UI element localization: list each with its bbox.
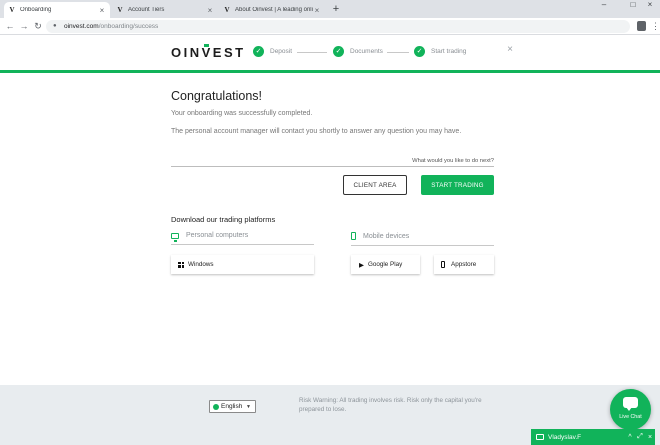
appstore-download-button[interactable]: Appstore (434, 255, 494, 274)
site-header: OINVEST ✓ Deposit ✓ Documents ✓ Start tr… (0, 36, 660, 72)
chevron-down-icon: ▼ (246, 403, 251, 410)
mobile-phone-icon (351, 232, 356, 240)
forward-arrow-icon[interactable]: → (18, 21, 30, 32)
oinvest-favicon-icon: V (224, 6, 230, 14)
chat-icon (536, 434, 544, 440)
language-select[interactable]: English ▼ (209, 400, 256, 413)
step-label: Deposit (270, 48, 293, 55)
logo-text-start: OIN (171, 45, 202, 60)
step-start-trading: ✓ Start trading (414, 46, 466, 57)
windows-icon (178, 261, 184, 268)
start-trading-button[interactable]: START TRADING (421, 175, 494, 195)
windows-label: Windows (188, 261, 214, 268)
monitor-icon (171, 232, 179, 242)
menu-kebab-icon[interactable]: ⋮ (651, 21, 660, 32)
live-chat-label: Live Chat (619, 414, 642, 420)
language-value: English (221, 403, 243, 410)
chat-agent-name: Vladyslav.F (548, 433, 582, 441)
close-window-button[interactable]: × (640, 0, 660, 10)
globe-icon (213, 403, 219, 410)
pc-section-heading: Personal computers (171, 232, 314, 245)
tab-account-tiers[interactable]: V Account Tiers × (112, 2, 218, 18)
new-tab-button[interactable]: + (330, 3, 342, 15)
tab-title: Account Tiers (128, 7, 165, 13)
back-arrow-icon[interactable]: ← (4, 21, 16, 32)
success-message: Your onboarding was successfully complet… (171, 110, 313, 117)
page-root: V Onboarding × V Account Tiers × V About… (0, 0, 660, 445)
step-label: Start trading (431, 48, 467, 55)
mobile-heading-label: Mobile devices (363, 232, 410, 240)
url-host: oinvest.com (64, 23, 99, 30)
browser-toolbar: ← → ↻ ● oinvest.com/onboarding/success ⋮ (0, 18, 660, 35)
mobile-section-heading: Mobile devices (351, 232, 494, 246)
chat-bar[interactable]: Vladyslav.F ^ ⤢ × (531, 429, 655, 445)
step-connector (297, 52, 327, 53)
close-tab-icon[interactable]: × (313, 6, 321, 15)
expand-icon[interactable]: ⤢ (635, 433, 645, 441)
risk-warning: Risk Warning: All trading involves risk.… (299, 397, 482, 413)
windows-download-button[interactable]: Windows (171, 255, 314, 274)
pc-heading-label: Personal computers (186, 232, 249, 239)
chevron-up-icon[interactable]: ^ (625, 434, 635, 441)
chat-bubble-icon (623, 397, 638, 411)
google-play-download-button[interactable]: ▶ Google Play (351, 255, 420, 274)
platforms-heading: Download our trading platforms (171, 215, 276, 224)
play-icon: ▶ (359, 261, 364, 269)
client-area-button[interactable]: CLIENT AREA (343, 175, 407, 195)
profile-icon[interactable] (637, 21, 646, 31)
checkmark-icon: ✓ (333, 46, 344, 57)
step-label: Documents (350, 48, 383, 55)
page-title: Congratulations! (171, 89, 263, 103)
url-path: /onboarding/success (98, 23, 159, 30)
step-documents: ✓ Documents (333, 46, 383, 57)
google-play-label: Google Play (368, 261, 403, 268)
tab-about-oinvest[interactable]: V About Oinvest | A leading online × (219, 2, 325, 18)
checkmark-icon: ✓ (414, 46, 425, 57)
oinvest-logo[interactable]: OINVEST (171, 45, 246, 60)
minimize-button[interactable]: – (594, 0, 614, 10)
tab-onboarding[interactable]: V Onboarding × (4, 2, 110, 18)
phone-icon (441, 261, 445, 268)
tab-title: About Oinvest | A leading online (235, 7, 313, 13)
step-connector (387, 52, 409, 53)
close-tab-icon[interactable]: × (206, 6, 214, 15)
checkmark-icon: ✓ (253, 46, 264, 57)
close-icon[interactable]: × (505, 45, 515, 55)
logo-text-end: EST (212, 45, 246, 60)
step-deposit: ✓ Deposit (253, 46, 292, 57)
logo-text-v: V (201, 45, 213, 60)
oinvest-favicon-icon: V (9, 6, 15, 14)
lock-icon: ● (53, 23, 57, 29)
next-action-field[interactable] (171, 155, 494, 167)
close-tab-icon[interactable]: × (98, 6, 106, 15)
account-manager-message: The personal account manager will contac… (171, 128, 462, 135)
tab-title: Onboarding (20, 7, 52, 13)
browser-tab-bar: V Onboarding × V Account Tiers × V About… (0, 0, 660, 18)
success-content: Congratulations! Your onboarding was suc… (0, 73, 660, 385)
address-bar[interactable]: ● oinvest.com/onboarding/success (46, 20, 630, 33)
reload-icon[interactable]: ↻ (32, 21, 44, 32)
oinvest-favicon-icon: V (117, 6, 123, 14)
live-chat-button[interactable]: Live Chat (610, 389, 651, 430)
close-chat-icon[interactable]: × (645, 434, 655, 441)
appstore-label: Appstore (451, 261, 477, 268)
